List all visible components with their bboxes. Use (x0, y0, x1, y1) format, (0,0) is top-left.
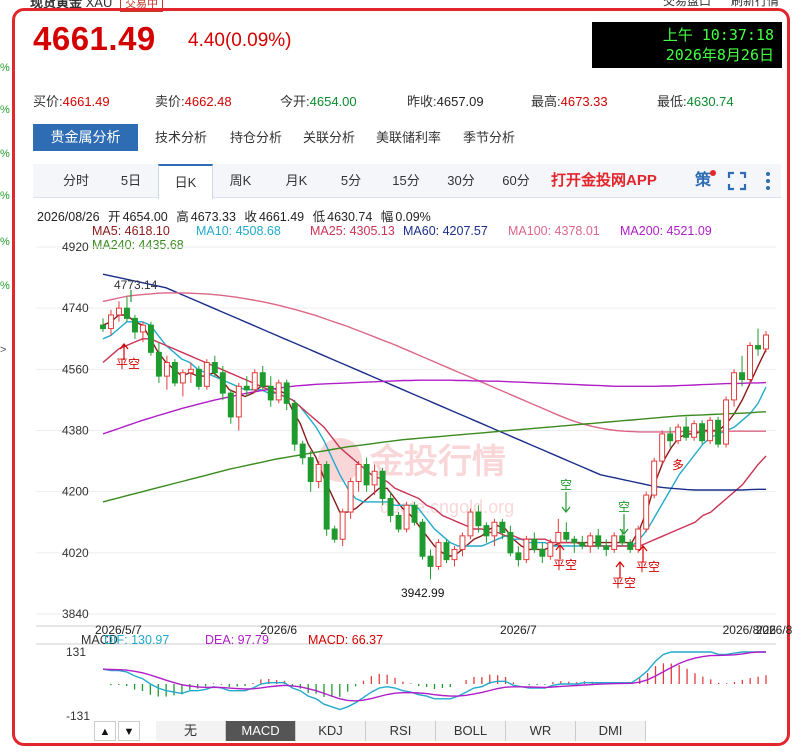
ohlc-date: 2026/08/26 (37, 210, 100, 224)
left-fragment: % (0, 62, 10, 74)
tab-technical[interactable]: 技术分析 (155, 124, 207, 151)
refresh-link[interactable]: 刷新行情 (731, 0, 779, 8)
strategy-icon[interactable]: 策 (690, 168, 716, 194)
indicator-kdj[interactable]: KDJ (296, 721, 366, 741)
period-30min[interactable]: 30分 (434, 164, 488, 198)
macd-value: MACD: 66.37 (308, 633, 384, 647)
indicator-none[interactable]: 无 (156, 721, 226, 741)
indicator-wr[interactable]: WR (506, 721, 576, 741)
price-change: 4.40(0.09%) (188, 30, 292, 51)
tab-correlation[interactable]: 关联分析 (303, 124, 355, 151)
ohlc-low: 4630.74 (327, 210, 373, 224)
ma25-label: MA25: 4305.13 (310, 224, 395, 238)
left-fragment: % (0, 148, 10, 160)
ohlc-amp-label: 幅 (380, 210, 394, 224)
period-monthly[interactable]: 月K (269, 164, 324, 198)
clock-display: 上午 10:37:18 2026年8月26日 (592, 22, 782, 68)
indicator-boll[interactable]: BOLL (436, 721, 506, 741)
period-60min[interactable]: 60分 (489, 164, 543, 198)
ma240-label: MA240: 4435.68 (92, 238, 184, 252)
up-arrow-icon[interactable]: ▲ (94, 721, 116, 741)
down-arrow-icon[interactable]: ▼ (118, 721, 140, 741)
quote-value: 4630.74 (686, 94, 734, 109)
trade-book-link[interactable]: 交易盘口 (663, 0, 711, 8)
quote-item: 最低:4630.74 (657, 91, 734, 110)
quote-label: 最低: (657, 94, 687, 109)
ohlc-info: 2026/08/26 开 4654.00 高 4673.33 收 4661.49 低4… (37, 206, 436, 225)
ma100-label: MA100: 4378.01 (508, 224, 600, 238)
quote-value: 4673.33 (560, 94, 608, 109)
macd-dea: DEA: 97.79 (205, 633, 269, 647)
left-fragment: % (0, 104, 10, 116)
ohlc-open: 4654.00 (122, 210, 168, 224)
macd-dif: DIF: 130.97 (104, 633, 170, 647)
ma60-label: MA60: 4207.57 (403, 224, 488, 238)
quote-item: 最高:4673.33 (531, 91, 608, 110)
analysis-tabs: 贵金属分析 技术分析 持仓分析 关联分析 美联储利率 季节分析 (33, 124, 773, 151)
ohlc-low-label: 低 (312, 210, 326, 224)
tab-precious-metals[interactable]: 贵金属分析 (33, 124, 138, 151)
tab-position[interactable]: 持仓分析 (230, 124, 282, 151)
fullscreen-icon[interactable] (724, 168, 750, 194)
indicator-bar: ▲ ▼ 无 MACD KDJ RSI BOLL WR DMI (94, 721, 654, 741)
quote-value: 4654.00 (309, 94, 357, 109)
quote-item: 今开:4654.00 (280, 91, 357, 110)
period-weekly[interactable]: 周K (213, 164, 268, 198)
quote-label: 今开: (280, 94, 310, 109)
ohlc-high: 4673.33 (190, 210, 236, 224)
left-fragment: % (0, 190, 10, 202)
left-edge-fragments: % % % % % % > (0, 0, 10, 754)
strategy-icon-text: 策 (694, 172, 711, 189)
quote-label: 卖价: (155, 94, 185, 109)
left-fragment: % (0, 236, 10, 248)
left-fragment: % (0, 280, 10, 292)
clock-date: 2026年8月26日 (665, 46, 774, 64)
quote-item: 买价:4661.49 (33, 91, 110, 110)
ma10-label: MA10: 4508.68 (196, 224, 281, 238)
ohlc-open-label: 开 (108, 210, 121, 224)
period-intraday[interactable]: 分时 (47, 164, 105, 198)
ohlc-high-label: 高 (176, 210, 189, 224)
indicator-dmi[interactable]: DMI (576, 721, 646, 741)
period-bar: 分时 5日 日K 周K 月K 5分 15分 30分 60分 打开金投网APP 策 (33, 164, 781, 199)
period-5min[interactable]: 5分 (325, 164, 377, 198)
ohlc-amp: 0.09% (395, 210, 431, 224)
tab-fed-rate[interactable]: 美联储利率 (376, 124, 441, 151)
current-price: 4661.49 (33, 20, 156, 57)
open-app-link[interactable]: 打开金投网APP (551, 164, 657, 198)
period-5day[interactable]: 5日 (105, 164, 157, 198)
quote-value: 4661.49 (62, 94, 110, 109)
indicator-rsi[interactable]: RSI (366, 721, 436, 741)
quote-item: 昨收:4657.09 (407, 91, 484, 110)
quote-label: 买价: (33, 94, 63, 109)
ohlc-close: 4661.49 (258, 210, 305, 224)
more-icon[interactable] (755, 168, 781, 194)
quote-value: 4662.48 (184, 94, 232, 109)
quote-label: 昨收: (407, 94, 437, 109)
left-fragment: > (0, 344, 7, 356)
period-15min[interactable]: 15分 (379, 164, 433, 198)
notification-dot (710, 170, 716, 176)
ma200-label: MA200: 4521.09 (620, 224, 712, 238)
tab-seasonal[interactable]: 季节分析 (463, 124, 515, 151)
quote-value: 4657.09 (436, 94, 484, 109)
clock-time: 上午 10:37:18 (662, 26, 774, 44)
ohlc-close-label: 收 (244, 210, 257, 224)
indicator-macd[interactable]: MACD (226, 721, 296, 741)
period-daily[interactable]: 日K (158, 164, 213, 199)
ma5-label: MA5: 4618.10 (92, 224, 170, 238)
quote-item: 卖价:4662.48 (155, 91, 232, 110)
quote-label: 最高: (531, 94, 561, 109)
